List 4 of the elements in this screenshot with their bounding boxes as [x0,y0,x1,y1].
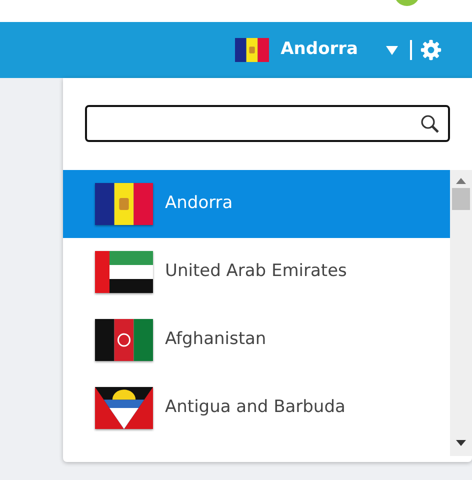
country-option[interactable]: Andorra [63,170,450,238]
country-option[interactable]: United Arab Emirates [63,238,450,306]
country-option[interactable]: Antigua and Barbuda [63,374,450,442]
country-option[interactable]: Afghanistan [63,306,450,374]
